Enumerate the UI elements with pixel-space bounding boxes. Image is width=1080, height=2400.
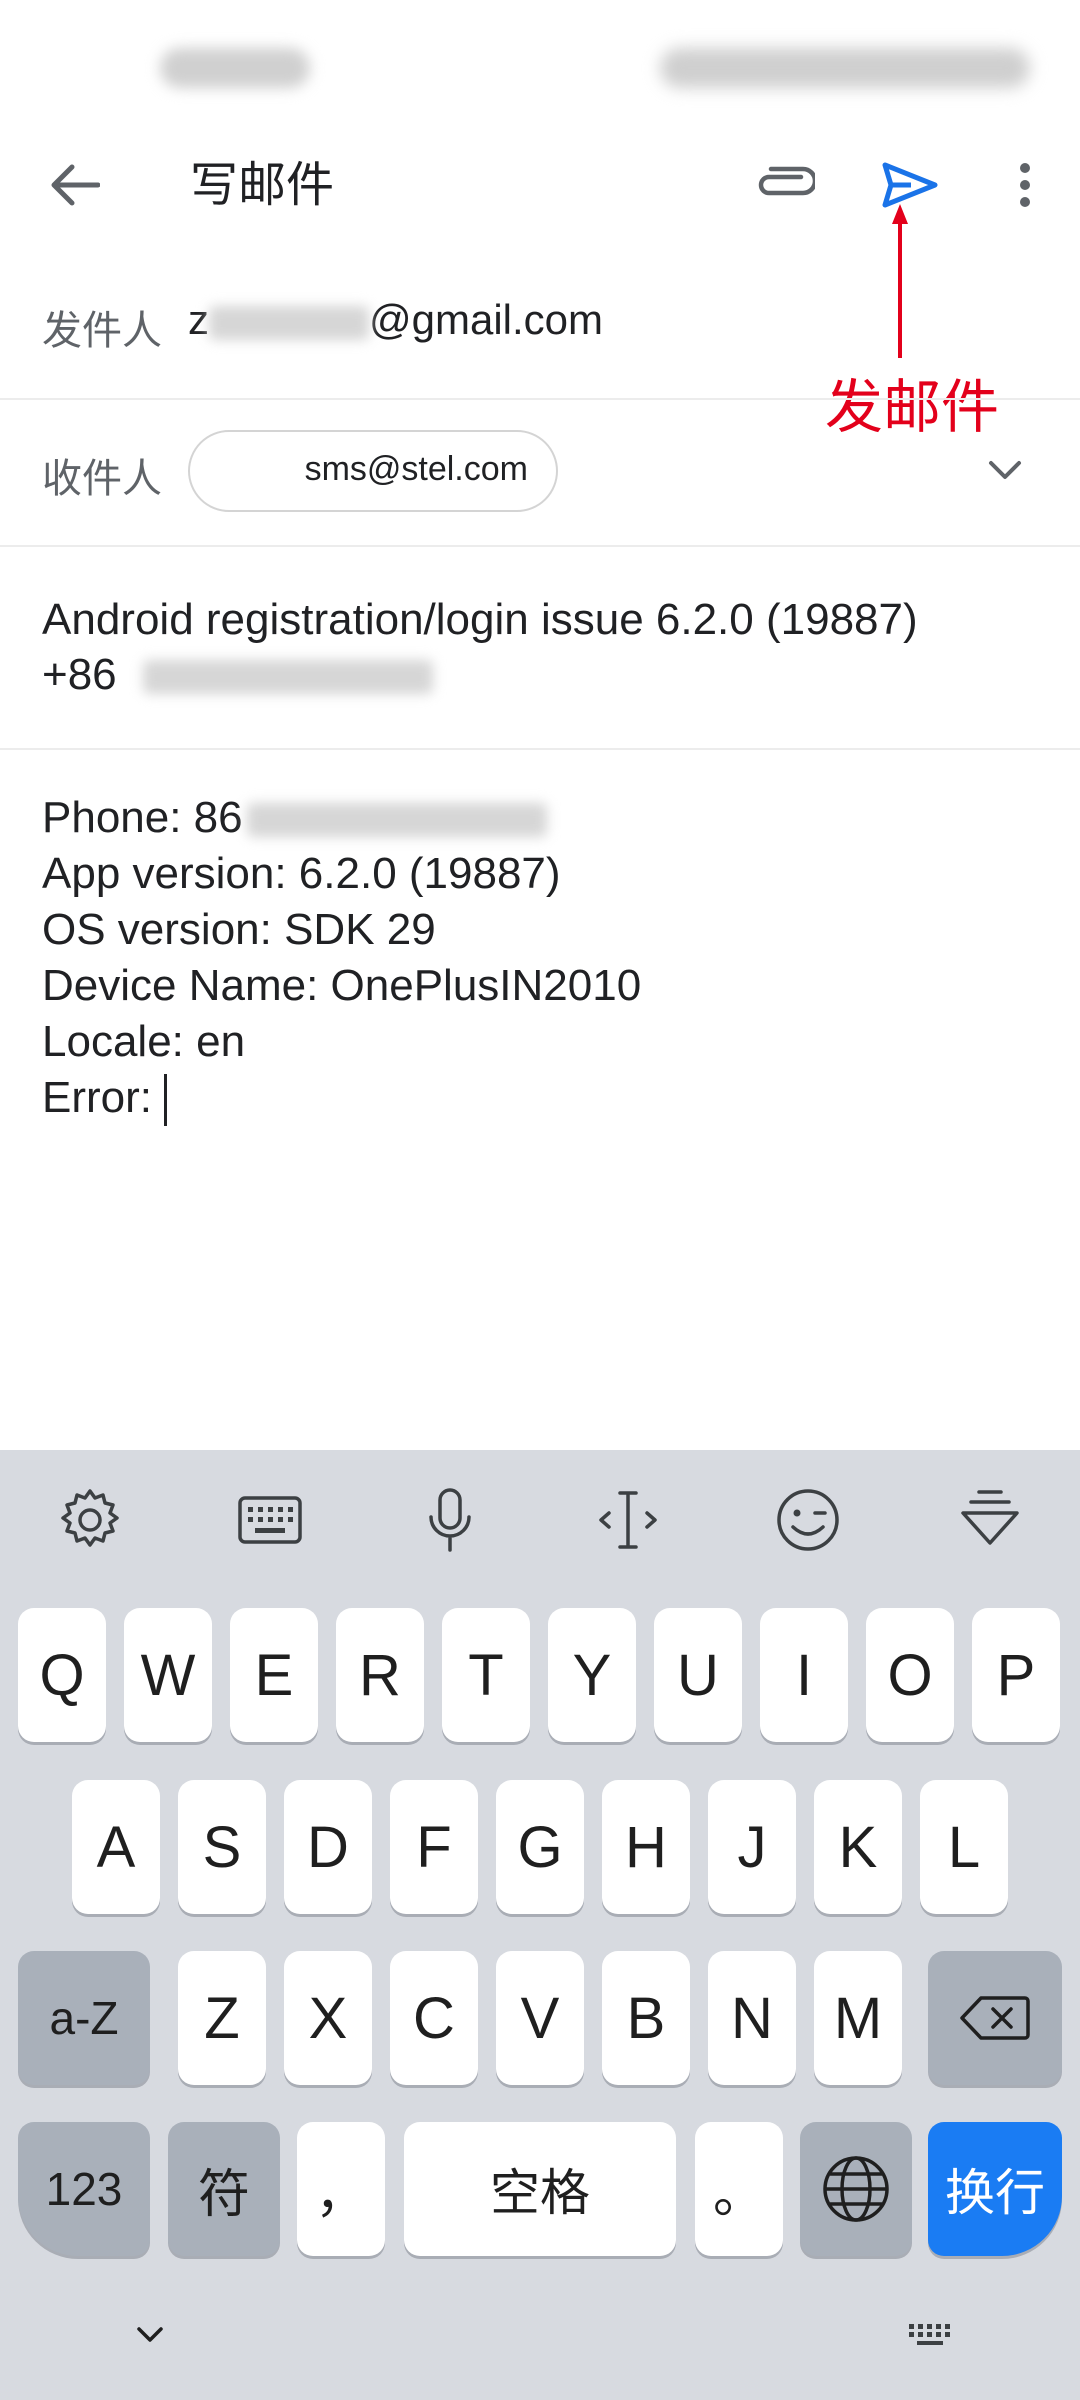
message-body[interactable]: Phone: 86 App version: 6.2.0 (19887) OS … — [42, 790, 642, 1127]
language-key[interactable] — [800, 2122, 912, 2256]
body-phone-line: Phone: 86 — [42, 790, 641, 846]
chevron-down-icon[interactable] — [970, 430, 1040, 510]
status-bar — [0, 0, 1080, 130]
enter-key[interactable]: 换行 — [928, 2122, 1062, 2256]
symbols-key[interactable]: 符 — [168, 2122, 280, 2256]
keyboard-switch-icon[interactable] — [900, 2310, 960, 2360]
body-phone-prefix: Phone: 86 — [42, 793, 243, 842]
divider — [0, 545, 1080, 547]
from-address-prefix: z — [188, 296, 209, 343]
key-t[interactable]: T — [442, 1608, 530, 1742]
cursor-move-icon[interactable] — [583, 1475, 673, 1565]
more-vert-icon[interactable] — [990, 140, 1060, 230]
numbers-key[interactable]: 123 — [18, 2122, 150, 2256]
key-g[interactable]: G — [496, 1780, 584, 1914]
body-device-name: Device Name: OnePlusIN2010 — [42, 961, 642, 1010]
key-z[interactable]: Z — [178, 1951, 266, 2085]
comma-key[interactable]: ， — [297, 2122, 385, 2256]
key-s[interactable]: S — [178, 1780, 266, 1914]
text-cursor — [164, 1074, 167, 1127]
page-title: 写邮件 — [190, 157, 335, 213]
from-label: 发件人 — [42, 308, 162, 354]
key-e[interactable]: E — [230, 1608, 318, 1742]
body-error: Error: — [42, 1073, 152, 1122]
to-label: 收件人 — [42, 456, 162, 502]
from-address-redacted — [209, 305, 369, 340]
from-address[interactable]: z @gmail.com — [188, 296, 603, 344]
body-os-version: OS version: SDK 29 — [42, 905, 436, 954]
key-h[interactable]: H — [602, 1780, 690, 1914]
key-o[interactable]: O — [866, 1608, 954, 1742]
key-k[interactable]: K — [814, 1780, 902, 1914]
recipient-chip-text: sms@stel.com — [304, 450, 528, 488]
body-error-line: Error: — [42, 1070, 641, 1127]
key-r[interactable]: R — [336, 1608, 424, 1742]
subject-phone-prefix: +86 — [42, 650, 117, 699]
key-j[interactable]: J — [708, 1780, 796, 1914]
subject-line-2: +86 — [42, 647, 1042, 702]
key-p[interactable]: P — [972, 1608, 1060, 1742]
period-key[interactable]: 。 — [695, 2122, 783, 2256]
key-y[interactable]: Y — [548, 1608, 636, 1742]
chevron-down-icon[interactable] — [120, 2310, 180, 2360]
body-locale: Locale: en — [42, 1017, 246, 1066]
key-m[interactable]: M — [814, 1951, 902, 2085]
key-b[interactable]: B — [602, 1951, 690, 2085]
key-x[interactable]: X — [284, 1951, 372, 2085]
key-w[interactable]: W — [124, 1608, 212, 1742]
key-v[interactable]: V — [496, 1951, 584, 2085]
subject-line-1: Android registration/login issue 6.2.0 (… — [42, 595, 918, 644]
status-time-blurred — [160, 48, 310, 88]
back-arrow-icon[interactable] — [30, 140, 120, 230]
key-i[interactable]: I — [760, 1608, 848, 1742]
shift-key[interactable]: a-Z — [18, 1951, 150, 2085]
body-phone-redacted — [246, 803, 547, 838]
paperclip-icon[interactable] — [740, 140, 830, 230]
keyboard — [0, 1450, 1080, 2400]
subject-field[interactable]: Android registration/login issue 6.2.0 (… — [42, 592, 1042, 702]
from-address-suffix: @gmail.com — [369, 296, 604, 343]
key-q[interactable]: Q — [18, 1608, 106, 1742]
globe-icon — [823, 2156, 889, 2222]
key-d[interactable]: D — [284, 1780, 372, 1914]
status-icons-blurred — [660, 48, 1030, 88]
emoji-icon[interactable] — [763, 1475, 853, 1565]
body-app-version: App version: 6.2.0 (19887) — [42, 849, 561, 898]
microphone-icon[interactable] — [405, 1475, 495, 1565]
hide-keyboard-icon[interactable] — [945, 1475, 1035, 1565]
backspace-icon — [960, 1996, 1030, 2040]
recipient-chip[interactable]: sms@stel.com — [188, 430, 558, 512]
send-icon[interactable] — [865, 140, 955, 230]
key-n[interactable]: N — [708, 1951, 796, 2085]
keyboard-icon[interactable] — [225, 1475, 315, 1565]
annotation-arrow — [892, 204, 908, 358]
subject-phone-redacted — [142, 660, 433, 695]
gear-icon[interactable] — [45, 1475, 135, 1565]
space-key[interactable]: 空格 — [404, 2122, 676, 2256]
key-a[interactable]: A — [72, 1780, 160, 1914]
backspace-key[interactable] — [928, 1951, 1062, 2085]
key-c[interactable]: C — [390, 1951, 478, 2085]
divider — [0, 398, 1080, 400]
key-f[interactable]: F — [390, 1780, 478, 1914]
divider — [0, 748, 1080, 750]
key-u[interactable]: U — [654, 1608, 742, 1742]
key-l[interactable]: L — [920, 1780, 1008, 1914]
